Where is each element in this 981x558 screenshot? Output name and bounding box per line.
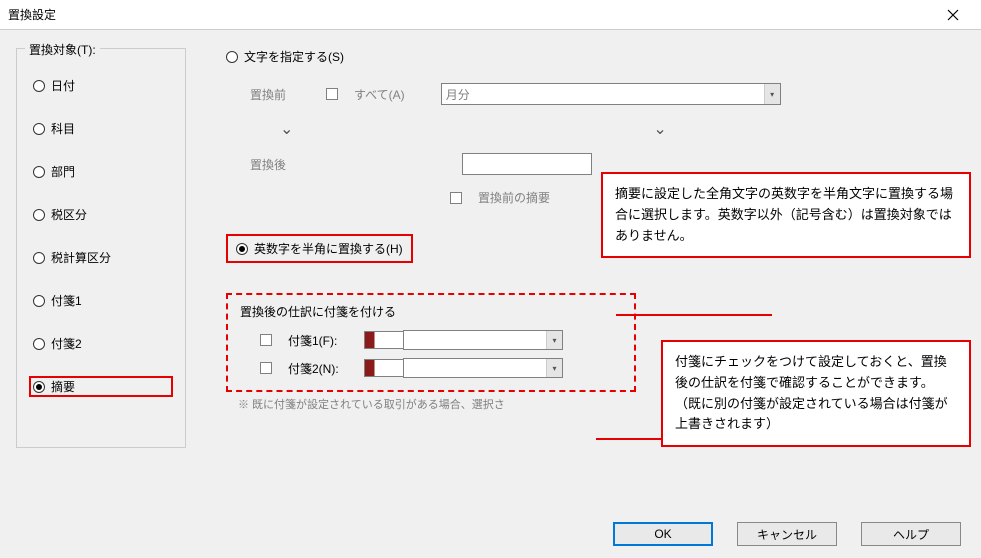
mode-halfwidth[interactable]: 英数字を半角に置換する(H) bbox=[226, 234, 413, 263]
tag2-label: 付箋2(N): bbox=[288, 360, 348, 377]
tagbox-title: 置換後の仕訳に付箋を付ける bbox=[240, 303, 622, 320]
callout-halfwidth: 摘要に設定した全角文字の英数字を半角文字に置換する場合に選択します。英数字以外（… bbox=[601, 172, 971, 258]
tag2-checkbox[interactable] bbox=[260, 362, 272, 374]
radio-icon bbox=[33, 252, 45, 264]
radio-icon bbox=[226, 51, 238, 63]
close-button[interactable] bbox=[933, 1, 973, 29]
ok-button[interactable]: OK bbox=[613, 522, 713, 546]
target-account[interactable]: 科目 bbox=[29, 118, 173, 139]
target-taxcat[interactable]: 税区分 bbox=[29, 204, 173, 225]
tag2-color bbox=[364, 359, 404, 377]
chevron-down-icon: ▾ bbox=[546, 359, 562, 377]
radio-icon bbox=[33, 209, 45, 221]
all-checkbox bbox=[326, 88, 338, 100]
after-label: 置換後 bbox=[250, 156, 310, 173]
before-dropdown: 月分 ▾ bbox=[441, 83, 781, 105]
callout-connector bbox=[616, 314, 772, 316]
radio-icon bbox=[236, 243, 248, 255]
radio-icon bbox=[33, 295, 45, 307]
target-groupbox: 置換対象(T): 日付 科目 部門 税区分 税計算区分 付箋1 付箋2 摘要 bbox=[16, 48, 186, 448]
keep-summary-checkbox bbox=[450, 192, 462, 204]
tag-box: 置換後の仕訳に付箋を付ける 付箋1(F): ▾ 付箋2(N): ▾ bbox=[226, 293, 636, 392]
help-button[interactable]: ヘルプ bbox=[861, 522, 961, 546]
target-tag1[interactable]: 付箋1 bbox=[29, 290, 173, 311]
target-taxcalc[interactable]: 税計算区分 bbox=[29, 247, 173, 268]
all-label: すべて(A) bbox=[354, 86, 405, 103]
radio-icon bbox=[33, 338, 45, 350]
target-dept[interactable]: 部門 bbox=[29, 161, 173, 182]
before-label: 置換前 bbox=[250, 86, 310, 103]
keep-summary-label: 置換前の摘要 bbox=[478, 189, 550, 206]
callout-tags: 付箋にチェックをつけて設定しておくと、置換後の仕訳を付箋で確認することができます… bbox=[661, 340, 971, 447]
target-radio-list: 日付 科目 部門 税区分 税計算区分 付箋1 付箋2 摘要 bbox=[29, 69, 173, 397]
chevron-down-icon: ⌄ bbox=[653, 119, 666, 139]
tag2-dropdown[interactable]: ▾ bbox=[403, 358, 563, 378]
button-bar: OK キャンセル ヘルプ bbox=[613, 522, 961, 546]
radio-icon bbox=[33, 80, 45, 92]
mode-specify[interactable]: 文字を指定する(S) bbox=[226, 48, 965, 65]
radio-icon bbox=[33, 381, 45, 393]
radio-icon bbox=[33, 123, 45, 135]
window-title: 置換設定 bbox=[8, 6, 56, 23]
dialog-window: 置換設定 置換対象(T): 日付 科目 部門 税区分 税計算区分 付箋1 付箋2… bbox=[0, 0, 981, 558]
tag1-color bbox=[364, 331, 404, 349]
target-tag2[interactable]: 付箋2 bbox=[29, 333, 173, 354]
after-input bbox=[462, 153, 592, 175]
tag1-dropdown[interactable]: ▾ bbox=[403, 330, 563, 350]
chevron-down-icon: ⌄ bbox=[280, 119, 293, 139]
target-date[interactable]: 日付 bbox=[29, 75, 173, 96]
cancel-button[interactable]: キャンセル bbox=[737, 522, 837, 546]
groupbox-title: 置換対象(T): bbox=[25, 41, 100, 58]
chevron-down-icon: ▾ bbox=[546, 331, 562, 349]
tag1-checkbox[interactable] bbox=[260, 334, 272, 346]
titlebar: 置換設定 bbox=[0, 0, 981, 30]
tag1-label: 付箋1(F): bbox=[288, 332, 348, 349]
chevron-down-icon: ▾ bbox=[764, 84, 780, 104]
radio-icon bbox=[33, 166, 45, 178]
target-summary[interactable]: 摘要 bbox=[29, 376, 173, 397]
